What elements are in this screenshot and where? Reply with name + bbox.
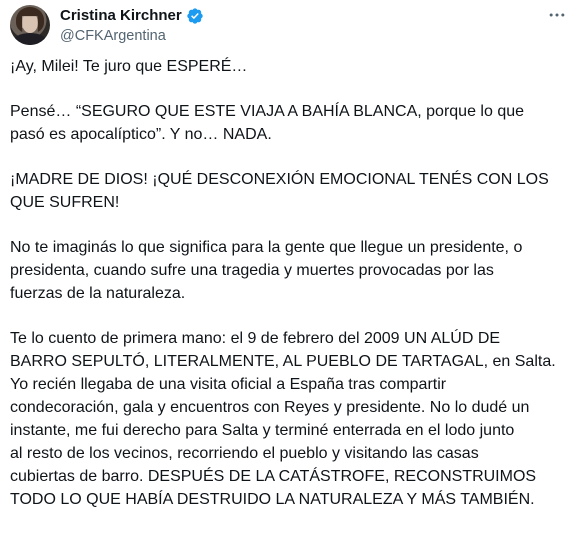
author-avatar[interactable] (10, 5, 50, 45)
tweet-paragraph: ¡Ay, Milei! Te juro que ESPERÉ… (10, 58, 248, 75)
tweet-paragraph: ¡MADRE DE DIOS! ¡QUÉ DESCONEXIÓN EMOCION… (10, 171, 549, 211)
tweet-paragraph: Pensé… “SEGURO QUE ESTE VIAJA A BAHÍA BL… (10, 103, 525, 143)
tweet-text: ¡Ay, Milei! Te juro que ESPERÉ… Pensé… “… (10, 55, 578, 511)
more-horizontal-icon[interactable] (545, 5, 569, 25)
verified-badge-icon (186, 7, 204, 25)
author-handle[interactable]: @CFKArgentina (60, 27, 166, 45)
author-display-name[interactable]: Cristina Kirchner (60, 7, 182, 25)
tweet-header: Cristina Kirchner @CFKArgentina (10, 5, 571, 47)
tweet-paragraph: No te imaginás lo que significa para la … (10, 239, 523, 302)
avatar-body (12, 33, 48, 45)
tweet-paragraph: Te lo cuento de primera mano: el 9 de fe… (10, 330, 556, 508)
name-row: Cristina Kirchner (60, 7, 204, 25)
